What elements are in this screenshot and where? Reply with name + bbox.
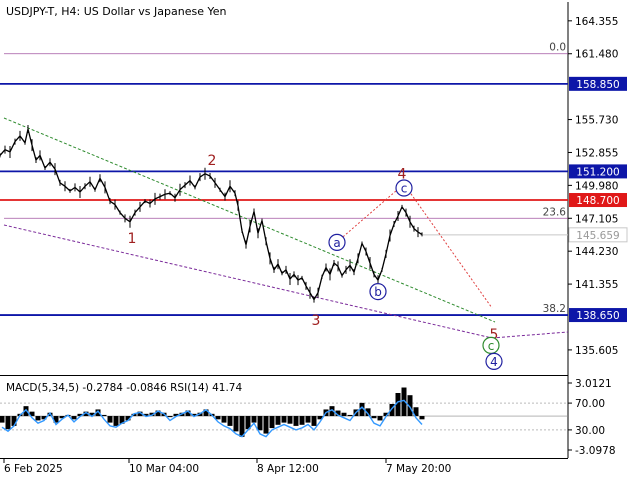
- chart-svg[interactable]: 0.0 158.850 151.200 148.700 23.6 145.659 138.6…: [0, 0, 640, 480]
- macd-bar: [233, 416, 239, 432]
- wave-label-1: 1: [128, 231, 137, 247]
- red-dotted-up: [336, 183, 405, 243]
- macd-bar: [251, 416, 257, 423]
- trend-lines: [3, 117, 569, 339]
- current-price-label: 145.659: [576, 230, 619, 242]
- wave-circle-label-c: c: [488, 339, 495, 353]
- macd-bar: [11, 416, 17, 426]
- indicator-tick-label: 30.00: [575, 425, 605, 437]
- macd-bar: [305, 416, 311, 423]
- wave-label-3: 3: [312, 313, 321, 329]
- chart-title: USDJPY-T, H4: US Dollar vs Japanese Yen: [6, 5, 227, 18]
- level-price-label: 138.650: [576, 310, 619, 322]
- macd-bar: [281, 416, 287, 423]
- price-tick-label: 155.730: [575, 115, 618, 127]
- level-price-label: 151.200: [576, 166, 619, 178]
- macd-bar: [5, 416, 11, 430]
- macd-bar: [347, 414, 353, 417]
- fib-level-label: 38.2: [543, 303, 566, 315]
- purple-projection-line: [491, 331, 569, 339]
- macd-bar: [257, 416, 263, 431]
- macd-bar: [221, 416, 227, 423]
- price-tick-label: 144.230: [575, 246, 618, 258]
- price-levels: 0.0 158.850 151.200 148.700 23.6 145.659 138.6…: [0, 42, 628, 323]
- macd-bar: [0, 416, 5, 423]
- wave-circle-label-4: 4: [490, 355, 498, 369]
- wave-circle-label-a: a: [333, 236, 340, 250]
- macd-bar: [293, 416, 299, 426]
- price-tick-label: 147.105: [575, 213, 618, 225]
- price-tick-label: 135.605: [575, 345, 618, 357]
- time-tick-label: 8 Apr 12:00: [257, 463, 319, 475]
- macd-bar: [371, 416, 377, 419]
- time-axis: 6 Feb 2025 10 Mar 04:00 8 Apr 12:00 7 May 2…: [3, 458, 451, 475]
- wave-circle-label-c: c: [401, 182, 408, 196]
- price-wicks: [0, 125, 423, 303]
- macd-bar: [299, 416, 305, 425]
- macd-bar: [377, 416, 383, 421]
- indicator-label: MACD(5,34,5) -0.2784 -0.0846 RSI(14) 41.…: [6, 382, 242, 394]
- level-price-label: 158.850: [576, 79, 619, 91]
- wave-circle-label-b: b: [374, 285, 382, 299]
- macd-bar: [311, 416, 317, 426]
- macd-bar: [341, 412, 347, 417]
- macd-bar: [275, 416, 281, 425]
- macd-bar: [107, 416, 113, 423]
- level-price-label: 148.700: [576, 195, 619, 207]
- rsi-line: [1, 399, 423, 438]
- macd-bar: [35, 416, 41, 421]
- price-tick-label: 161.480: [575, 49, 618, 61]
- macd-bar: [287, 416, 293, 424]
- wave-label-2: 2: [208, 153, 217, 169]
- macd-bar: [263, 416, 269, 434]
- macd-bar: [113, 416, 119, 426]
- fib-level-label: 0.0: [549, 42, 566, 54]
- time-tick-label: 6 Feb 2025: [4, 463, 63, 475]
- fib-level-label: 23.6: [543, 206, 567, 218]
- indicator-axis: 3.0121 70.00 30.00 -3.0978: [568, 378, 616, 457]
- macd-bar: [227, 416, 233, 426]
- green-trend-line: [3, 117, 496, 323]
- time-tick-label: 7 May 20:00: [386, 463, 451, 475]
- price-tick-label: 164.355: [575, 16, 618, 28]
- indicator-tick-label: 70.00: [575, 398, 605, 410]
- macd-bar: [419, 416, 425, 420]
- price-tick-label: 152.855: [575, 147, 618, 159]
- macd-bar: [71, 416, 77, 420]
- indicator-tick-label: -3.0978: [575, 445, 616, 457]
- macd-bar: [269, 416, 275, 429]
- price-tick-label: 141.355: [575, 279, 618, 291]
- time-tick-label: 10 Mar 04:00: [129, 463, 199, 475]
- indicator-tick-label: 3.0121: [575, 378, 612, 390]
- macd-bar: [215, 416, 221, 420]
- price-tick-label: 149.980: [575, 180, 618, 192]
- purple-channel-line: [3, 224, 493, 339]
- price-axis: 164.355 161.480 155.730 152.855 149.980 147.1…: [568, 16, 618, 357]
- macd-bar: [167, 416, 173, 418]
